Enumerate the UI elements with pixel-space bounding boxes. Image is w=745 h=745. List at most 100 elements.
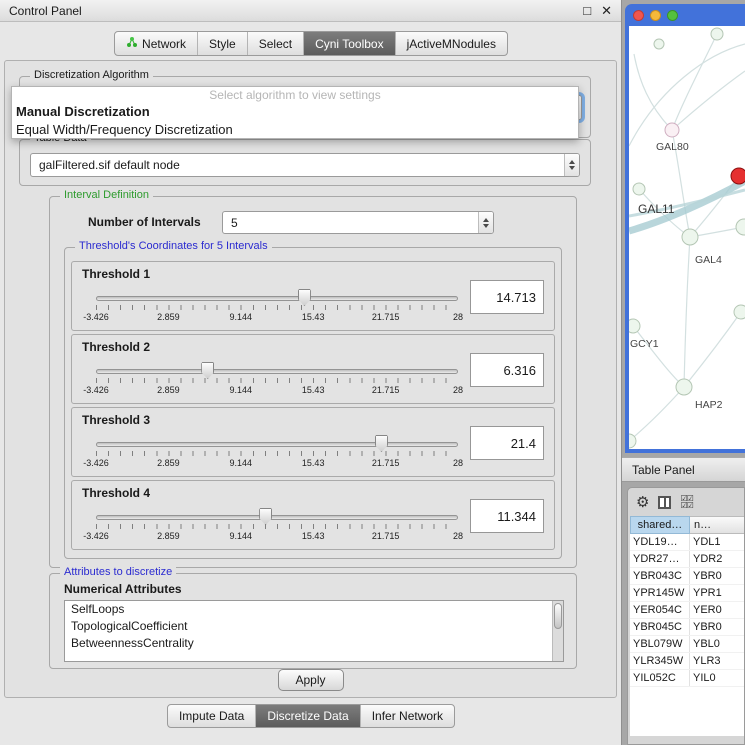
network-view-window: GAL80 GAL11 GAL4 GCY1 HAP2: [625, 4, 745, 453]
slider-track[interactable]: [96, 442, 458, 447]
threshold-2-slider[interactable]: -3.426 2.859 9.144 15.43 21.715 28: [96, 361, 458, 399]
bottom-tabstrip: Impute Data Discretize Data Infer Networ…: [167, 704, 455, 728]
table-toolbar: ⚙ ☑☑ ☑☑: [628, 488, 744, 516]
node-label: GAL11: [638, 202, 675, 216]
table-row[interactable]: YBL079W YBL0: [630, 636, 744, 653]
node[interactable]: [734, 305, 745, 319]
columns-icon[interactable]: [658, 496, 671, 509]
tab-jactivemodules-label: jActiveMNodules: [407, 37, 496, 51]
node-gal80[interactable]: [665, 123, 679, 137]
gear-icon[interactable]: ⚙: [636, 495, 649, 510]
node[interactable]: [654, 39, 664, 49]
scrollbar[interactable]: [552, 601, 563, 661]
threshold-3-panel: Threshold 3 -3.426 2.859 9.144 15.43 21.…: [71, 407, 555, 477]
column-header-name[interactable]: n…: [690, 516, 744, 534]
node-label: HAP2: [695, 399, 723, 411]
network-node-labels: GAL80 GAL11 GAL4 GCY1 HAP2: [630, 141, 723, 411]
dropdown-option-equal-width-frequency[interactable]: Equal Width/Frequency Discretization: [12, 121, 578, 139]
tab-select[interactable]: Select: [247, 32, 303, 55]
table-row[interactable]: YDR27… YDR2: [630, 551, 744, 568]
dropdown-placeholder: Select algorithm to view settings: [12, 87, 578, 103]
number-of-intervals-combobox[interactable]: 5: [222, 211, 494, 234]
tab-network[interactable]: Network: [115, 32, 197, 55]
threshold-4-panel: Threshold 4 -3.426 2.859 9.144 15.43 21.…: [71, 480, 555, 550]
slider-ticks: [96, 524, 458, 529]
table-header-row: shared… n…: [630, 516, 744, 534]
tab-style[interactable]: Style: [197, 32, 247, 55]
threshold-1-slider[interactable]: -3.426 2.859 9.144 15.43 21.715 28: [96, 288, 458, 326]
threshold-2-value-input[interactable]: 6.316: [470, 353, 544, 387]
threshold-4-value-input[interactable]: 11.344: [470, 499, 544, 533]
threshold-2-panel: Threshold 2 -3.426 2.859 9.144 15.43 21.…: [71, 334, 555, 404]
column-header-shared-name[interactable]: shared…: [630, 516, 690, 534]
top-tabstrip: Network Style Select Cyni Toolbox jActiv…: [114, 31, 508, 56]
table-row[interactable]: YBR043C YBR0: [630, 568, 744, 585]
threshold-1-slider-thumb[interactable]: [298, 289, 311, 306]
dropdown-option-manual-discretization[interactable]: Manual Discretization: [12, 103, 578, 121]
table-row[interactable]: YPR145W YPR1: [630, 585, 744, 602]
interval-definition-group-title: Interval Definition: [60, 189, 153, 201]
threshold-1-value-input[interactable]: 14.713: [470, 280, 544, 314]
threshold-4-slider[interactable]: -3.426 2.859 9.144 15.43 21.715 28: [96, 507, 458, 545]
interval-definition-group: Interval Definition Number of Intervals …: [49, 196, 577, 568]
zoom-button[interactable]: [667, 10, 678, 21]
slider-track[interactable]: [96, 515, 458, 520]
chevron-updown-icon[interactable]: [564, 154, 579, 176]
slider-ticks: [96, 451, 458, 456]
node[interactable]: [633, 183, 645, 195]
scrollbar-thumb[interactable]: [554, 603, 562, 629]
tab-jactivemodules[interactable]: jActiveMNodules: [395, 32, 507, 55]
window-title: Control Panel: [9, 4, 573, 18]
node[interactable]: [736, 219, 745, 235]
network-canvas[interactable]: GAL80 GAL11 GAL4 GCY1 HAP2: [629, 26, 745, 449]
close-button[interactable]: [633, 10, 644, 21]
list-item[interactable]: TopologicalCoefficient: [65, 618, 563, 635]
slider-tick-labels: -3.426 2.859 9.144 15.43 21.715 28: [96, 312, 458, 323]
threshold-3-label: Threshold 3: [82, 413, 150, 427]
node-hap2[interactable]: [676, 379, 692, 395]
table-row[interactable]: YBR045C YBR0: [630, 619, 744, 636]
network-tab-icon: [126, 36, 138, 51]
slider-tick-labels: -3.426 2.859 9.144 15.43 21.715 28: [96, 458, 458, 469]
threshold-4-slider-thumb[interactable]: [259, 508, 272, 525]
threshold-1-label: Threshold 1: [82, 267, 150, 281]
table-row[interactable]: YER054C YER0: [630, 602, 744, 619]
threshold-3-slider[interactable]: -3.426 2.859 9.144 15.43 21.715 28: [96, 434, 458, 472]
numerical-attributes-list[interactable]: SelfLoops TopologicalCoefficient Between…: [64, 600, 564, 662]
select-attributes-icon[interactable]: ☑☑ ☑☑: [680, 495, 692, 509]
threshold-3-slider-thumb[interactable]: [375, 435, 388, 452]
slider-track[interactable]: [96, 296, 458, 301]
node[interactable]: [711, 28, 723, 40]
chevron-updown-icon[interactable]: [478, 212, 493, 233]
node-gal4[interactable]: [682, 229, 698, 245]
list-item[interactable]: BetweennessCentrality: [65, 635, 563, 652]
table-row[interactable]: YIL052C YIL0: [630, 670, 744, 687]
threshold-3-value-input[interactable]: 21.4: [470, 426, 544, 460]
control-panel-titlebar: Control Panel □ ✕: [0, 0, 621, 22]
slider-ticks: [96, 378, 458, 383]
float-window-icon[interactable]: □: [583, 3, 591, 18]
list-item[interactable]: SelfLoops: [65, 601, 563, 618]
table-row[interactable]: YDL19… YDL1: [630, 534, 744, 551]
table-row[interactable]: YLR345W YLR3: [630, 653, 744, 670]
tab-cyni-toolbox[interactable]: Cyni Toolbox: [303, 32, 394, 55]
tab-impute-data[interactable]: Impute Data: [168, 705, 255, 727]
threshold-2-slider-thumb[interactable]: [201, 362, 214, 379]
node-gcy1[interactable]: [629, 319, 640, 333]
close-window-icon[interactable]: ✕: [601, 3, 612, 19]
minimize-button[interactable]: [650, 10, 661, 21]
algorithm-dropdown-list: Select algorithm to view settings Manual…: [11, 86, 579, 139]
table-data-combobox[interactable]: galFiltered.sif default node: [30, 153, 580, 177]
tab-infer-network[interactable]: Infer Network: [360, 705, 454, 727]
network-nodes: [629, 28, 745, 448]
tab-discretize-data[interactable]: Discretize Data: [255, 705, 359, 727]
cyni-toolbox-panel: Discretization Algorithm Select algorith…: [4, 60, 617, 698]
threshold-4-label: Threshold 4: [82, 486, 150, 500]
node-label: GAL80: [656, 141, 689, 153]
slider-track[interactable]: [96, 369, 458, 374]
threshold-1-panel: Threshold 1 -3.426 2.859 9.144 15.43 21.…: [71, 261, 555, 331]
threshold-2-label: Threshold 2: [82, 340, 150, 354]
apply-button[interactable]: Apply: [278, 669, 344, 691]
tab-style-label: Style: [209, 37, 236, 51]
node-selected-red[interactable]: [731, 168, 745, 184]
